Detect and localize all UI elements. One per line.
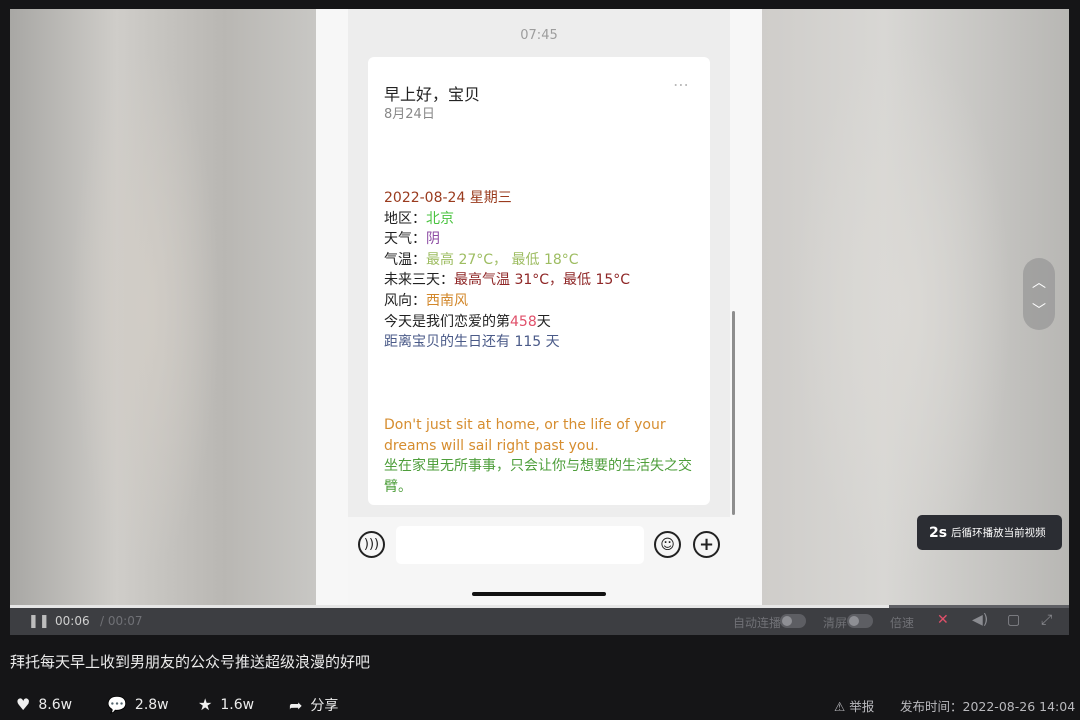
star-icon: ★ xyxy=(198,695,213,714)
comment-button[interactable]: 💬 2.8w xyxy=(107,695,169,714)
autoplay-label: 自动连播 xyxy=(733,616,782,630)
share-button[interactable]: ➦ 分享 xyxy=(289,695,338,715)
video-blur-left xyxy=(10,9,316,609)
clear-screen-toggle[interactable] xyxy=(847,614,873,628)
publish-time: 发布时间：2022-08-26 14:04 xyxy=(900,699,1076,714)
like-button[interactable]: ♥ 8.6w xyxy=(16,695,72,714)
duration: / 00:07 xyxy=(100,614,143,628)
plus-icon: + xyxy=(693,531,720,558)
fullscreen-icon[interactable]: ▢ xyxy=(1007,612,1020,628)
temp-line: 气温：最高 27°C， 最低 18°C xyxy=(384,251,579,268)
favorite-count: 1.6w xyxy=(220,696,255,713)
like-count: 8.6w xyxy=(38,696,73,713)
speed-button[interactable]: 倍速 xyxy=(890,614,914,631)
date-line: 2022-08-24 星期三 xyxy=(384,190,512,206)
chat-scrollbar xyxy=(732,311,735,515)
loop-text: 后循环播放当前视频 xyxy=(951,527,1046,539)
share-icon: ➦ xyxy=(289,695,303,715)
message-input xyxy=(396,526,644,564)
forecast-line: 未来三天：最高气温 31°C，最低 15°C xyxy=(384,272,631,289)
weather-line: 天气：阴 xyxy=(384,231,440,248)
player-controls: ❚❚ 00:06 / 00:07 自动连播 清屏 倍速 ✕ ◀) ▢ ⤢ xyxy=(10,608,1069,635)
video-player[interactable]: 07:45 早上好，宝贝 8月24日 ⋯ 2022-08-24 星期三 地区：北… xyxy=(10,9,1069,635)
prev-video-icon[interactable]: ︿ xyxy=(1023,272,1055,292)
card-date: 8月24日 xyxy=(384,107,435,122)
autoplay-toggle[interactable] xyxy=(780,614,806,628)
favorite-button[interactable]: ★ 1.6w xyxy=(198,695,254,714)
loop-seconds: 2s xyxy=(929,524,948,541)
comment-count: 2.8w xyxy=(134,696,169,713)
chat-input-bar: ))) ☺ + xyxy=(348,517,730,609)
home-indicator xyxy=(472,592,606,596)
share-label: 分享 xyxy=(310,698,339,714)
report-button[interactable]: ⚠ 举报 xyxy=(834,696,874,715)
wind-line: 风向：西南风 xyxy=(384,292,468,309)
message-card: 早上好，宝贝 8月24日 ⋯ 2022-08-24 星期三 地区：北京 天气：阴… xyxy=(368,57,710,540)
heart-icon: ♥ xyxy=(16,695,31,714)
current-time: 00:06 xyxy=(55,614,90,628)
card-title: 早上好，宝贝 xyxy=(384,85,481,104)
comment-icon: 💬 xyxy=(107,695,127,714)
chat-time: 07:45 xyxy=(520,28,558,43)
phone-screen: 07:45 早上好，宝贝 8月24日 ⋯ 2022-08-24 星期三 地区：北… xyxy=(316,9,762,609)
pause-icon[interactable]: ❚❚ xyxy=(28,614,50,629)
next-video-icon[interactable]: ﹀ xyxy=(1023,300,1055,320)
more-icon: ⋯ xyxy=(673,75,690,94)
danmaku-off-icon[interactable]: ✕ xyxy=(937,612,949,628)
card-divider xyxy=(384,507,694,508)
clear-screen-label: 清屏 xyxy=(823,616,848,630)
voice-icon: ))) xyxy=(358,531,385,558)
loop-tip: 2s 后循环播放当前视频 xyxy=(917,515,1062,550)
quote-chinese: 坐在家里无所事事，只会让你与想要的生活失之交臂。 xyxy=(384,458,692,495)
weather-lines: 2022-08-24 星期三 地区：北京 天气：阴 气温：最高 27°C， 最低… xyxy=(384,188,630,353)
birthday-line: 距离宝贝的生日还有 115 天 xyxy=(384,334,560,351)
video-title: 拜托每天早上收到男朋友的公众号推送超级浪漫的好吧 xyxy=(10,653,371,671)
video-nav-pill: ︿ ﹀ xyxy=(1023,258,1055,330)
volume-icon[interactable]: ◀) xyxy=(972,612,988,628)
web-fullscreen-icon[interactable]: ⤢ xyxy=(1041,612,1052,628)
love-line: 今天是我们恋爱的第458天 xyxy=(384,313,551,330)
quote-english: Don't just sit at home, or the life of y… xyxy=(384,417,666,454)
region-line: 地区：北京 xyxy=(384,210,454,227)
emoji-icon: ☺ xyxy=(654,531,681,558)
